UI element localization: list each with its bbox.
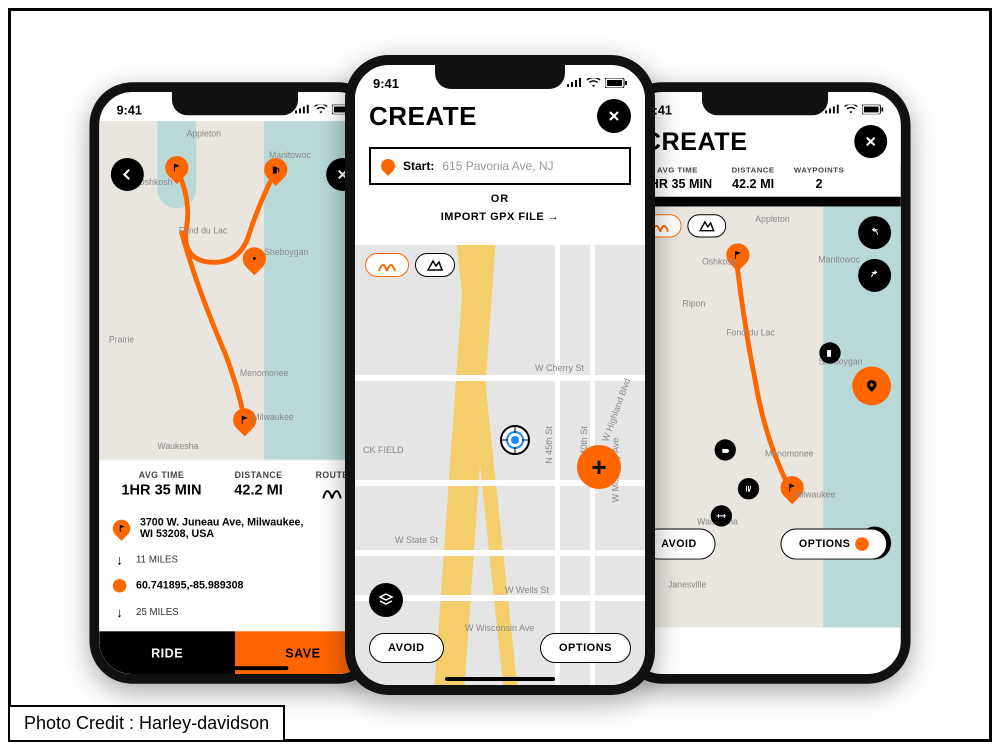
- start-input[interactable]: Start: 615 Pavonia Ave, NJ: [369, 147, 631, 185]
- options-label: OPTIONS: [799, 538, 850, 550]
- close-button[interactable]: [854, 125, 887, 158]
- phone-right: 9:41 CREATE AVG TIME 1HR 35 MIN DISTANCE…: [620, 82, 911, 683]
- home-indicator[interactable]: [712, 666, 819, 670]
- add-waypoint-button[interactable]: [852, 367, 891, 406]
- layers-button[interactable]: [369, 583, 403, 617]
- mountain-icon: [698, 219, 715, 233]
- add-waypoint-button[interactable]: +: [577, 445, 621, 489]
- map-label: W Highland Blvd: [600, 377, 632, 443]
- segment-row: ↓ 11 MILES: [113, 546, 357, 573]
- battery-icon: [605, 78, 627, 88]
- curvy-road-icon: [376, 258, 398, 272]
- start-label: Start:: [403, 159, 434, 173]
- map-label: Oshkosh: [702, 257, 736, 267]
- dot-icon: [113, 579, 127, 593]
- current-location-icon[interactable]: [500, 425, 530, 455]
- map-area[interactable]: W Cherry St W State St CK FIELD W Highla…: [355, 245, 645, 685]
- options-badge: [855, 537, 869, 551]
- map-label: Fond du Lac: [179, 226, 228, 236]
- wifi-icon: [314, 105, 329, 115]
- page-title: CREATE: [643, 126, 748, 156]
- header: CREATE: [355, 95, 645, 141]
- battery-icon: [862, 105, 883, 115]
- header: CREATE: [629, 121, 901, 166]
- photo-credit: Photo Credit : Harley-davidson: [8, 705, 285, 742]
- close-button[interactable]: [597, 99, 631, 133]
- or-label: OR: [355, 193, 645, 205]
- chip-scenic[interactable]: [687, 214, 726, 237]
- route-sheet: AVG TIME 1HR 35 MIN DISTANCE 42.2 MI ROU…: [99, 460, 371, 674]
- map-label: Milwaukee: [794, 490, 835, 500]
- start-placeholder: 615 Pavonia Ave, NJ: [442, 159, 553, 173]
- map-label: Menomonee: [765, 449, 814, 459]
- stat-avg-time: AVG TIME 1HR 35 MIN: [121, 470, 201, 499]
- status-time: 9:41: [117, 102, 142, 117]
- undo-button[interactable]: [858, 216, 891, 249]
- poi-food-icon[interactable]: [738, 478, 759, 499]
- stat-distance: DISTANCE 42.2 MI: [234, 470, 283, 499]
- waypoint-row[interactable]: 3700 W. Juneau Ave, Milwaukee, WI 53208,…: [113, 511, 357, 546]
- map-label: W Wells St: [505, 585, 549, 595]
- import-gpx-button[interactable]: IMPORT GPX FILE →: [355, 211, 645, 223]
- chip-scenic[interactable]: [415, 253, 455, 277]
- map-label: CK FIELD: [363, 445, 404, 455]
- wifi-icon: [844, 105, 859, 115]
- signal-icon: [566, 78, 582, 88]
- home-indicator[interactable]: [445, 677, 555, 681]
- map-label: Janesville: [668, 580, 706, 590]
- mountain-icon: [426, 258, 444, 272]
- map-label: Appleton: [187, 129, 221, 139]
- route-type-chips: [365, 253, 455, 277]
- map-label: W State St: [395, 535, 438, 545]
- options-button[interactable]: OPTIONS: [781, 529, 888, 560]
- stat-distance: DISTANCE 42.2 MI: [732, 166, 775, 191]
- map-label: Menomonee: [240, 368, 289, 378]
- map-label: Milwaukee: [252, 412, 293, 422]
- poi-hd-icon[interactable]: [711, 505, 732, 526]
- pin-icon: [378, 156, 398, 176]
- poi-fuel-icon[interactable]: [819, 342, 840, 363]
- map-label: W Wisconsin Ave: [465, 623, 534, 633]
- segment-row: ↓ 25 MILES: [113, 598, 357, 625]
- notch: [702, 92, 828, 115]
- status-time: 9:41: [373, 76, 399, 91]
- map-area[interactable]: Appleton Oshkosh Manitowoc Fond du Lac S…: [629, 206, 901, 627]
- map-label: Manitowoc: [818, 255, 860, 265]
- phone-left: 9:41 • Appleton Oshkosh Manitowoc: [90, 82, 381, 683]
- stat-waypoints: WAYPOINTS 2: [794, 166, 844, 191]
- map-label: Sheboygan: [264, 247, 308, 257]
- down-arrow-icon: ↓: [113, 604, 127, 620]
- stats-row: AVG TIME 1HR 35 MIN DISTANCE 42.2 MI WAY…: [629, 166, 901, 197]
- redo-button[interactable]: [858, 259, 891, 292]
- map-label: Ripon: [683, 299, 706, 309]
- curvy-road-icon: [319, 482, 344, 499]
- waypoint-list[interactable]: 3700 W. Juneau Ave, Milwaukee, WI 53208,…: [99, 507, 371, 631]
- map-label: Waukesha: [157, 441, 198, 451]
- notch: [435, 65, 565, 89]
- notch: [172, 92, 298, 115]
- map-label: N 45th St: [544, 426, 554, 464]
- map-label: W Cherry St: [535, 363, 584, 373]
- options-button[interactable]: OPTIONS: [540, 633, 631, 663]
- map-label: Fond du Lac: [726, 328, 775, 338]
- home-indicator[interactable]: [182, 666, 289, 670]
- avoid-button[interactable]: AVOID: [369, 633, 444, 663]
- poi-coffee-icon[interactable]: [715, 439, 736, 460]
- phone-center: 9:41 CREATE Start: 615 Pavonia Ave, NJ O…: [345, 55, 655, 695]
- waypoint-row[interactable]: 60.741895,-85.989308: [113, 573, 357, 598]
- map-label: Prairie: [109, 335, 134, 345]
- back-button[interactable]: [111, 158, 144, 191]
- chip-curvy[interactable]: [365, 253, 409, 277]
- map-label: Appleton: [755, 214, 789, 224]
- stats-row: AVG TIME 1HR 35 MIN DISTANCE 42.2 MI ROU…: [99, 460, 371, 508]
- stat-route-type: ROUTE: [316, 470, 349, 499]
- down-arrow-icon: ↓: [113, 552, 127, 568]
- page-title: CREATE: [369, 101, 477, 132]
- flag-pin-icon: [109, 516, 134, 541]
- wifi-icon: [586, 78, 601, 88]
